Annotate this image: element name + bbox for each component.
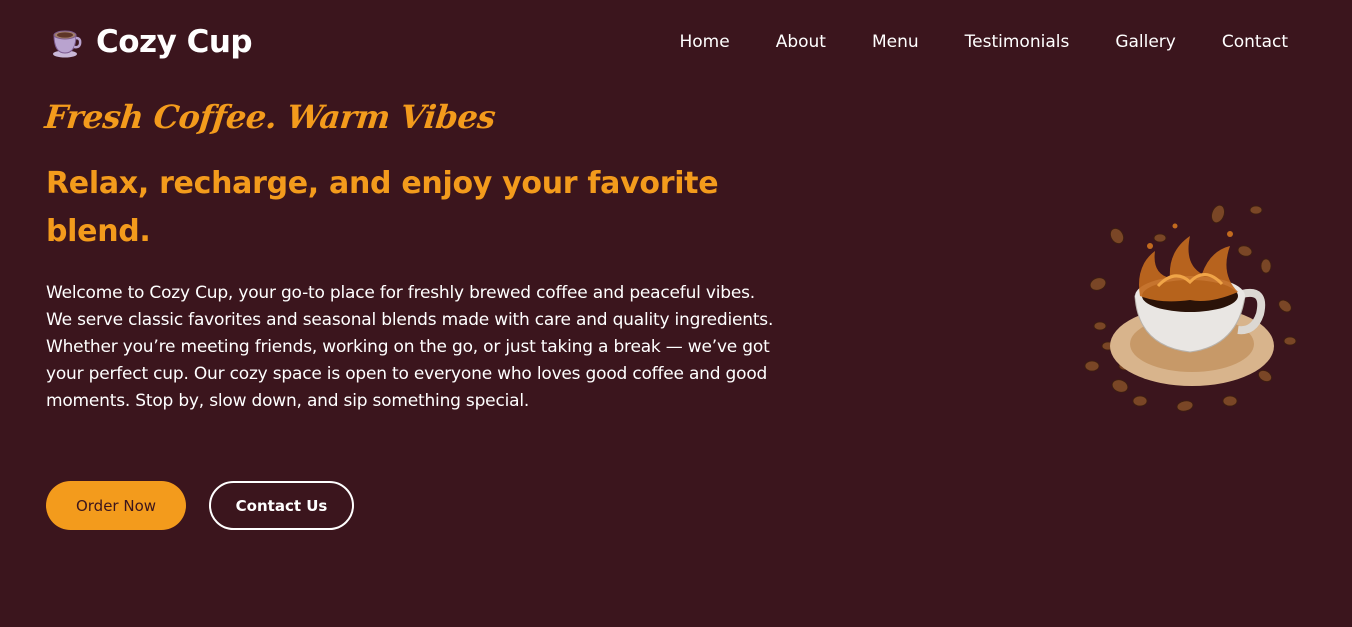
hero-description: Welcome to Cozy Cup, your go-to place fo… [46, 283, 774, 411]
contact-us-button[interactable]: Contact Us [209, 481, 354, 530]
nav-home[interactable]: Home [680, 30, 730, 54]
brand-logo[interactable]: Cozy Cup [50, 22, 253, 62]
main-nav: Home About Menu Testimonials Gallery Con… [634, 30, 1289, 54]
coffee-cup-icon [53, 30, 82, 58]
brand-name: Cozy Cup [96, 24, 253, 60]
nav-gallery[interactable]: Gallery [1115, 30, 1176, 54]
hero-headline: Relax, recharge, and enjoy your favorite… [46, 166, 719, 249]
hero-tagline: Fresh Coffee. Warm Vibes [43, 98, 498, 136]
site-header: Cozy Cup Home About Menu Testimonials Ga… [0, 0, 1352, 84]
order-now-button[interactable]: Order Now [46, 481, 186, 530]
nav-about[interactable]: About [776, 30, 826, 54]
coffee-splash-cup-image [1084, 204, 1297, 412]
nav-testimonials[interactable]: Testimonials [965, 30, 1070, 54]
nav-contact[interactable]: Contact [1222, 30, 1288, 54]
nav-menu[interactable]: Menu [872, 30, 919, 54]
